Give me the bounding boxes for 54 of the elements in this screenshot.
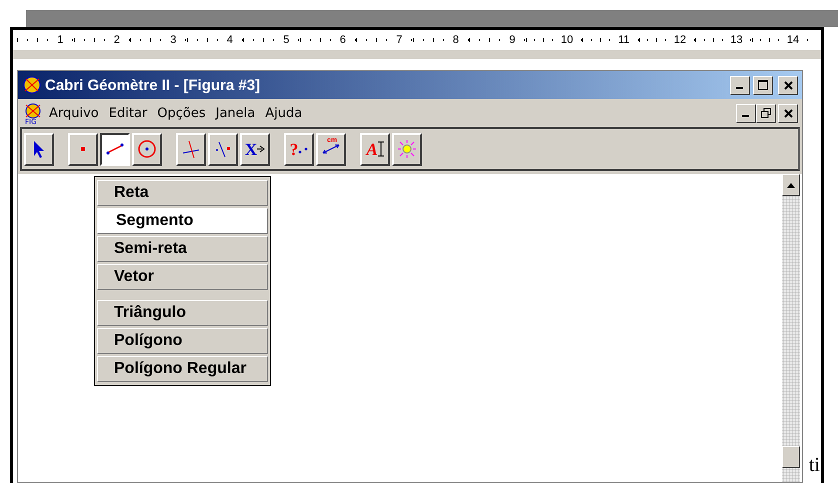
ruler-number: 13 bbox=[730, 34, 743, 46]
measure-arrow-icon bbox=[321, 143, 341, 155]
point-icon bbox=[81, 147, 85, 151]
menu-item[interactable]: Editar bbox=[104, 106, 152, 120]
ruler-number: 8 bbox=[452, 34, 459, 46]
scroll-up-button[interactable] bbox=[782, 174, 800, 196]
minimize-button[interactable] bbox=[730, 76, 750, 94]
restore-icon bbox=[761, 108, 771, 118]
dropdown-item[interactable]: Segmento bbox=[97, 208, 268, 234]
dropdown-item[interactable]: Vetor bbox=[97, 264, 268, 290]
window-title: Cabri Géomètre II - [Figura #3] bbox=[45, 76, 262, 94]
arrow-icon bbox=[257, 144, 266, 154]
dropdown-item[interactable]: Semi-reta bbox=[97, 236, 268, 262]
menu-item[interactable]: Ajuda bbox=[260, 106, 308, 120]
maximize-button[interactable] bbox=[753, 76, 773, 94]
dropdown-item[interactable]: Polígono bbox=[97, 328, 268, 354]
close-button[interactable] bbox=[778, 76, 798, 94]
up-arrow-icon bbox=[787, 182, 795, 188]
ruler-number: 1 bbox=[57, 34, 64, 46]
question-mark-label: ? bbox=[290, 140, 298, 158]
ruler-number: 7 bbox=[396, 34, 402, 46]
letter-label: A bbox=[366, 140, 378, 158]
dropdown-item[interactable]: Triângulo bbox=[97, 300, 268, 326]
letter-label: X bbox=[244, 140, 258, 158]
ruler-number: 5 bbox=[283, 34, 290, 46]
menu-item[interactable]: Janela bbox=[210, 106, 260, 120]
ruler-number: 6 bbox=[340, 34, 346, 46]
ruler-number: 9 bbox=[509, 34, 516, 46]
app-icon bbox=[22, 75, 42, 95]
ruler-number: 14 bbox=[786, 34, 800, 46]
ruler-number: 12 bbox=[674, 34, 686, 46]
close-icon bbox=[784, 108, 792, 118]
dropdown-item[interactable]: Reta bbox=[97, 180, 268, 206]
ruler-number: 10 bbox=[560, 34, 574, 46]
dropdown-item[interactable]: Polígono Regular bbox=[97, 356, 268, 382]
restore-button[interactable] bbox=[756, 104, 776, 122]
ruler-number: 11 bbox=[618, 34, 630, 46]
line-and-point-icon bbox=[213, 139, 233, 159]
close-button[interactable] bbox=[778, 104, 798, 122]
text-cursor-icon bbox=[378, 141, 384, 157]
scroll-thumb[interactable] bbox=[782, 446, 800, 468]
menu-item[interactable]: Arquivo bbox=[44, 106, 104, 120]
perpendicular-lines-icon bbox=[181, 139, 201, 159]
tool-button[interactable] bbox=[100, 132, 130, 166]
document-text: ti bbox=[808, 455, 820, 475]
close-icon bbox=[784, 80, 792, 90]
menu-item[interactable]: Opções bbox=[152, 106, 211, 120]
tool-button[interactable]: X bbox=[240, 132, 270, 166]
circle-icon bbox=[137, 139, 157, 159]
minimize-button[interactable] bbox=[736, 104, 756, 122]
ruler-number: 4 bbox=[226, 34, 233, 46]
maximize-icon bbox=[758, 80, 768, 90]
ruler-number: 3 bbox=[170, 34, 176, 46]
ruler-number: 2 bbox=[114, 34, 120, 46]
